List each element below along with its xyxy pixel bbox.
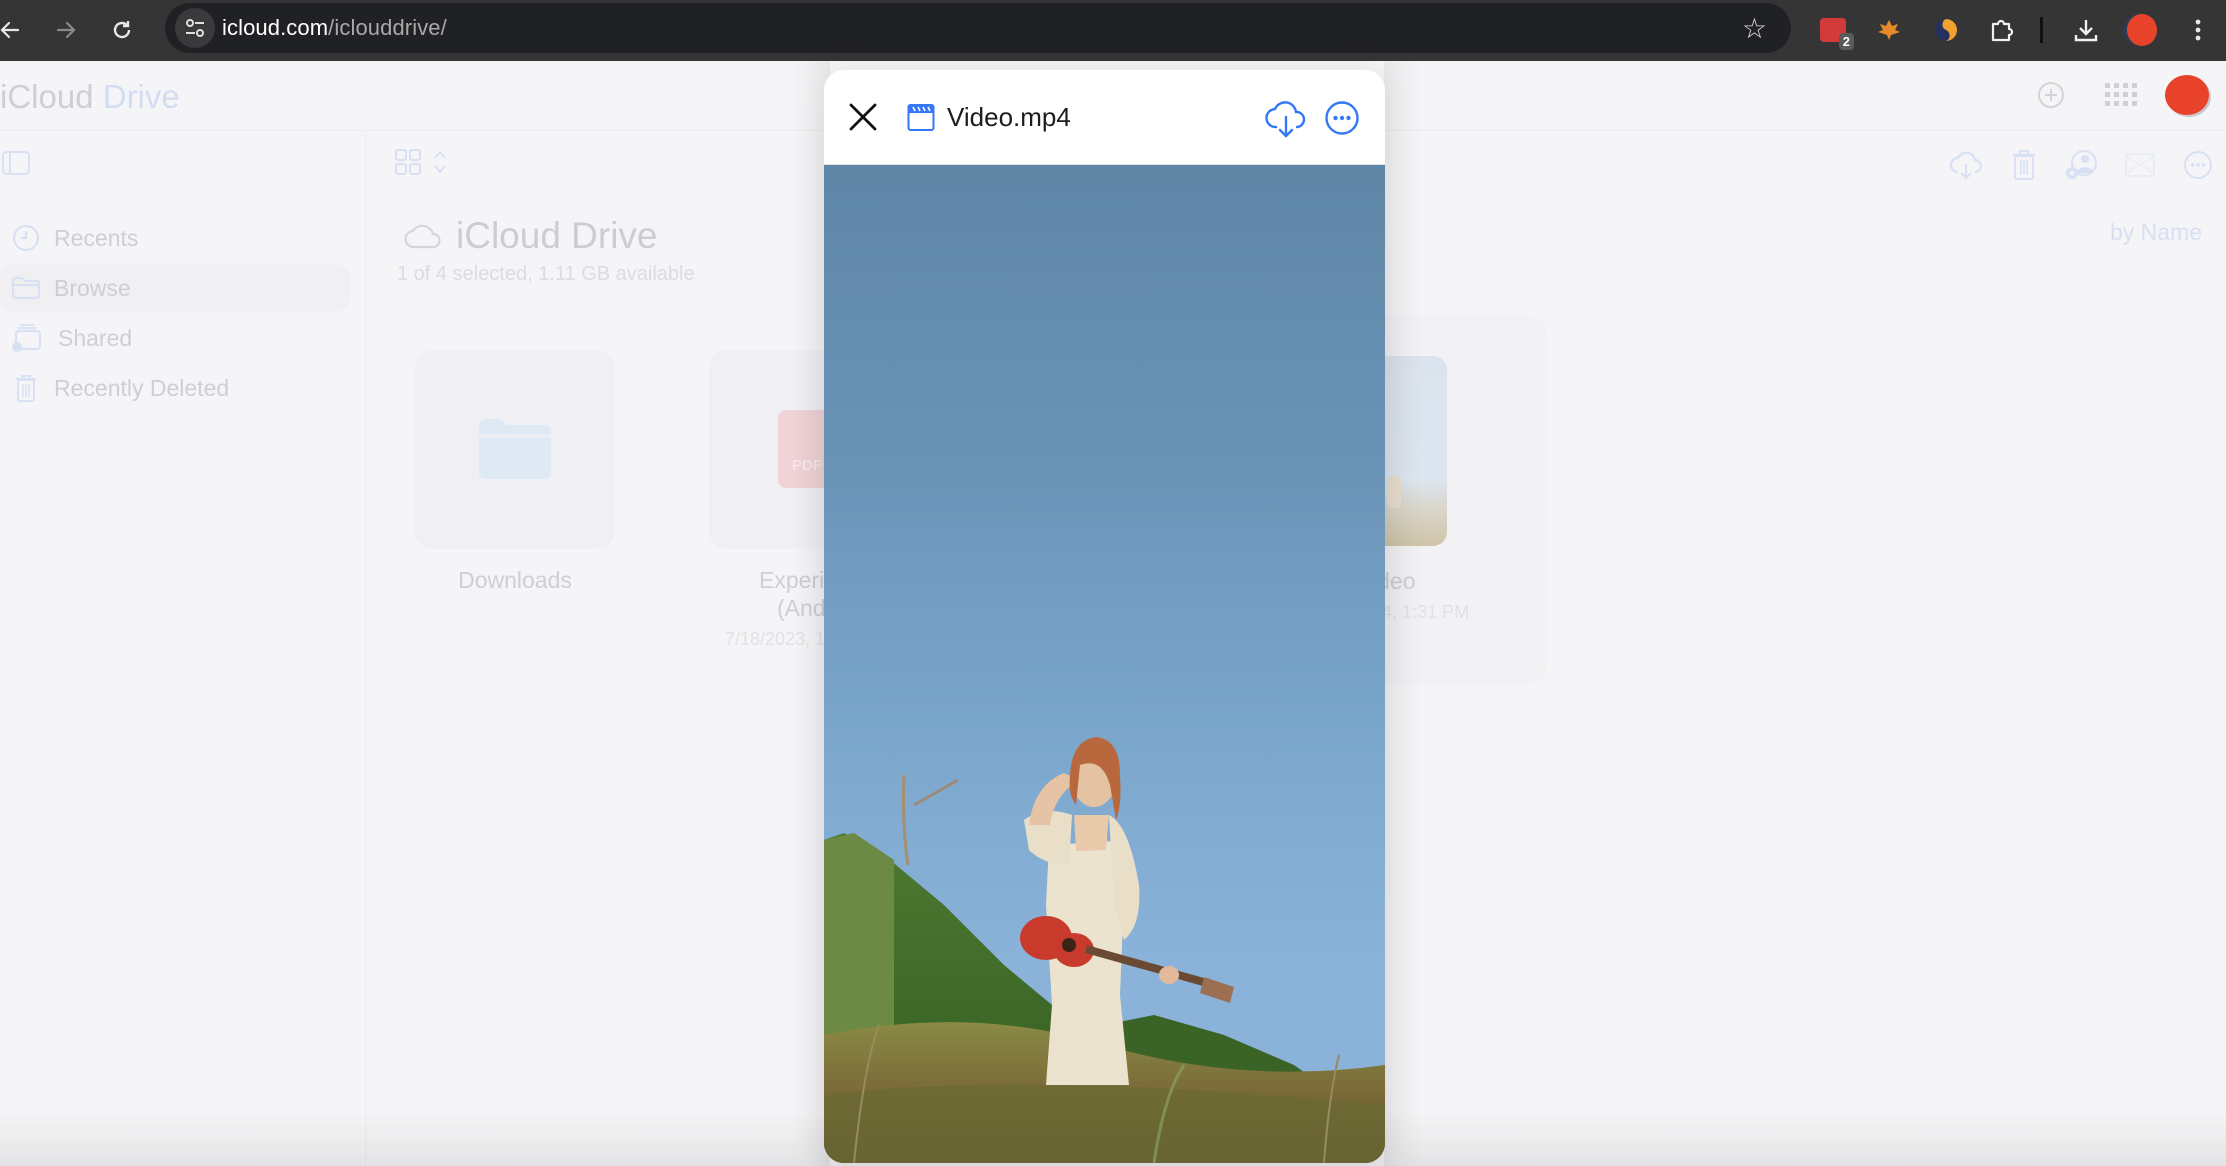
reload-button[interactable] bbox=[102, 10, 142, 50]
view-options-button[interactable] bbox=[395, 149, 455, 179]
shared-folder-icon bbox=[2, 318, 50, 358]
profile-button[interactable] bbox=[2122, 10, 2162, 50]
brand-icloud: iCloud bbox=[0, 78, 94, 115]
ellipsis-circle-icon bbox=[2184, 151, 2212, 179]
extensions-button[interactable] bbox=[1982, 10, 2022, 50]
sidebar-item-recents[interactable]: Recents bbox=[0, 214, 350, 262]
video-player[interactable] bbox=[824, 165, 1385, 1163]
download-button[interactable] bbox=[1264, 96, 1308, 140]
extension-calendar-button[interactable]: 2 bbox=[1813, 10, 1854, 50]
sidebar-item-label: Recents bbox=[54, 224, 139, 251]
site-settings-button[interactable] bbox=[175, 8, 215, 48]
url-domain: icloud.com bbox=[222, 15, 329, 40]
moon-extension-icon bbox=[1935, 19, 1957, 41]
url-text[interactable]: icloud.com/iclouddrive/ bbox=[222, 15, 447, 41]
plus-circle-icon bbox=[2038, 82, 2064, 108]
icloud-drive-logo[interactable]: iCloud Drive bbox=[0, 78, 180, 116]
url-path: /iclouddrive/ bbox=[328, 15, 447, 40]
sidebar-toggle-button[interactable] bbox=[2, 151, 30, 175]
more-options-button[interactable] bbox=[2178, 145, 2218, 185]
add-person-icon bbox=[2066, 150, 2097, 179]
tune-icon bbox=[186, 19, 204, 37]
folder-icon bbox=[2, 268, 50, 308]
browser-toolbar: icloud.com/iclouddrive/ ☆ 2 bbox=[0, 0, 2226, 61]
cloud-download-icon bbox=[1265, 101, 1306, 138]
extension-moon-button[interactable] bbox=[1926, 10, 1966, 50]
video-frame-image bbox=[824, 737, 1385, 1163]
app-launcher-button[interactable] bbox=[2101, 75, 2141, 115]
cloud-icon bbox=[404, 224, 441, 249]
close-button[interactable] bbox=[842, 96, 884, 138]
file-name: Downloads bbox=[458, 567, 572, 593]
share-button[interactable] bbox=[2062, 145, 2102, 185]
sidebar: Recents Browse Shared Recently Deleted bbox=[0, 131, 366, 1166]
email-button[interactable] bbox=[2120, 145, 2160, 185]
trash-icon bbox=[2013, 150, 2035, 180]
envelope-icon bbox=[2125, 153, 2155, 177]
forward-button[interactable] bbox=[46, 10, 86, 50]
account-avatar[interactable] bbox=[2165, 75, 2209, 115]
page-title: iCloud Drive bbox=[456, 215, 658, 256]
video-file-icon bbox=[907, 104, 935, 131]
maple-leaf-icon bbox=[1878, 20, 1900, 40]
sidebar-item-shared[interactable]: Shared bbox=[0, 314, 350, 362]
sidebar-icon bbox=[2, 151, 30, 175]
close-icon bbox=[849, 103, 877, 131]
folder-icon bbox=[479, 419, 551, 479]
folder-thumbnail bbox=[415, 350, 615, 549]
downloads-button[interactable] bbox=[2066, 10, 2106, 50]
grid-dots-icon bbox=[2105, 83, 2137, 106]
arrow-right-icon bbox=[56, 21, 76, 39]
new-button[interactable] bbox=[2031, 75, 2071, 115]
sidebar-item-label: Shared bbox=[58, 324, 133, 351]
brand-drive: Drive bbox=[102, 78, 180, 115]
modal-shadow-right bbox=[1384, 61, 1424, 1166]
extension-badge: 2 bbox=[1838, 33, 1854, 50]
sidebar-item-browse[interactable]: Browse bbox=[0, 264, 350, 312]
cloud-download-icon bbox=[1949, 151, 1983, 180]
toolbar-divider bbox=[2040, 17, 2043, 43]
arrow-left-icon bbox=[0, 21, 20, 39]
address-bar[interactable]: icloud.com/iclouddrive/ ☆ bbox=[165, 3, 1791, 53]
download-icon bbox=[2074, 20, 2098, 42]
extension-leaf-button[interactable] bbox=[1869, 10, 1909, 50]
grid-view-icon bbox=[395, 149, 421, 175]
trash-icon bbox=[2, 368, 50, 408]
calendar-extension-icon: 2 bbox=[1820, 18, 1854, 50]
back-button[interactable] bbox=[0, 10, 30, 50]
download-button[interactable] bbox=[1946, 145, 1986, 185]
preview-file-name: Video.mp4 bbox=[947, 102, 1071, 132]
ellipsis-circle-icon bbox=[1325, 101, 1359, 135]
folder-title-row: iCloud Drive bbox=[404, 215, 658, 257]
kebab-menu-icon bbox=[2195, 19, 2201, 41]
selection-status: 1 of 4 selected, 1.11 GB available bbox=[397, 263, 695, 285]
browser-menu-button[interactable] bbox=[2178, 10, 2218, 50]
content-toolbar bbox=[1946, 145, 2218, 185]
more-options-button[interactable] bbox=[1320, 96, 1364, 140]
chevron-up-down-icon bbox=[434, 150, 447, 174]
file-preview-modal: Video.mp4 bbox=[824, 70, 1385, 1163]
sidebar-item-recently-deleted[interactable]: Recently Deleted bbox=[0, 364, 350, 412]
sidebar-item-label: Recently Deleted bbox=[54, 374, 230, 401]
sort-button[interactable]: by Name bbox=[2110, 219, 2202, 246]
sidebar-item-label: Browse bbox=[54, 274, 131, 301]
clock-icon bbox=[2, 218, 50, 258]
puzzle-icon bbox=[1991, 19, 2014, 42]
delete-button[interactable] bbox=[2004, 145, 2044, 185]
bookmark-star-icon[interactable]: ☆ bbox=[1742, 12, 1767, 45]
reload-icon bbox=[113, 21, 131, 39]
preview-header: Video.mp4 bbox=[824, 70, 1385, 165]
profile-avatar bbox=[2127, 14, 2157, 46]
